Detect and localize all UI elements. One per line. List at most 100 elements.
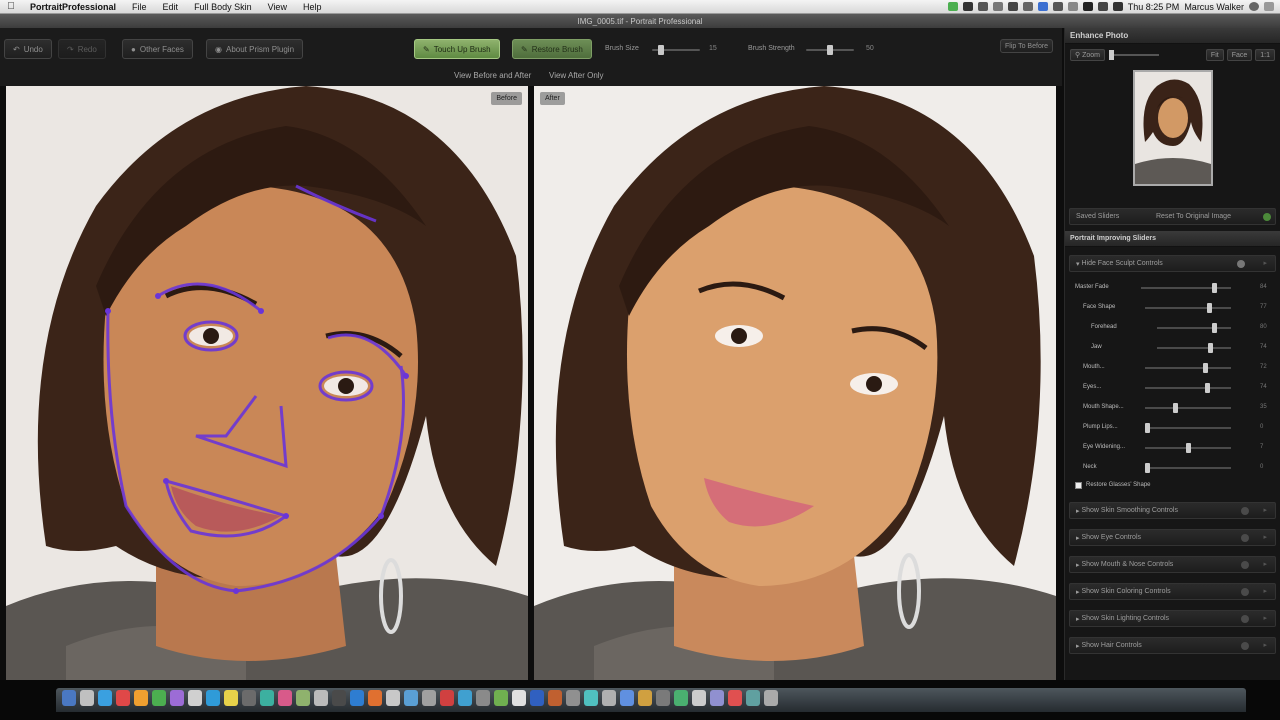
dock-app-icon[interactable] <box>350 690 364 706</box>
brush-strength-knob[interactable] <box>827 45 833 55</box>
status-icon[interactable] <box>947 2 958 11</box>
slider-track[interactable] <box>1145 303 1231 313</box>
fit-button[interactable]: Fit <box>1205 49 1224 61</box>
wifi-icon[interactable] <box>1082 2 1093 11</box>
status-icon[interactable] <box>977 2 988 11</box>
slider-label[interactable]: Mouth Shape... <box>1083 404 1124 410</box>
dock-app-icon[interactable] <box>566 690 580 706</box>
reset-original-button[interactable]: Reset To Original Image <box>1156 213 1231 220</box>
slider-track[interactable] <box>1145 363 1231 373</box>
dock-app-icon[interactable] <box>674 690 688 706</box>
dock-app-icon[interactable] <box>422 690 436 706</box>
slider-track[interactable] <box>1145 443 1231 453</box>
slider-track[interactable] <box>1157 343 1231 353</box>
status-icon[interactable] <box>1052 2 1063 11</box>
menu-app[interactable]: PortraitProfessional <box>22 2 124 12</box>
navigator-thumbnail[interactable] <box>1132 70 1213 186</box>
dock-app-icon[interactable] <box>224 690 238 706</box>
restore-glasses-row[interactable]: Restore Glasses' Shape <box>1065 478 1280 492</box>
after-image-pane[interactable]: After <box>534 86 1056 680</box>
dock-app-icon[interactable] <box>62 690 76 706</box>
hide-face-sculpt-section[interactable]: ▾ Hide Face Sculpt Controls ▸ <box>1069 255 1276 272</box>
slider-track[interactable] <box>1145 383 1231 393</box>
flip-to-before-button[interactable]: Flip To Before <box>1000 39 1054 53</box>
dock-app-icon[interactable] <box>206 690 220 706</box>
dock-app-icon[interactable] <box>314 690 328 706</box>
other-faces-button[interactable]: ● Other Faces <box>122 39 193 59</box>
dock-app-icon[interactable] <box>170 690 184 706</box>
view-after-only-tab[interactable]: View After Only <box>549 71 604 80</box>
dock-app-icon[interactable] <box>638 690 652 706</box>
saved-sliders-button[interactable]: Saved Sliders <box>1076 213 1119 220</box>
slider-knob[interactable] <box>1203 363 1208 373</box>
dock-app-icon[interactable] <box>458 690 472 706</box>
status-icon[interactable] <box>1022 2 1033 11</box>
slider-track[interactable] <box>1145 403 1231 413</box>
dock-app-icon[interactable] <box>188 690 202 706</box>
slider-label[interactable]: Neck <box>1083 464 1097 470</box>
zoom-button[interactable]: ⚲ Zoom <box>1070 49 1105 61</box>
status-icon[interactable] <box>1007 2 1018 11</box>
apple-icon[interactable]:  <box>0 1 22 12</box>
dock-app-icon[interactable] <box>386 690 400 706</box>
slider-label[interactable]: Master Fade <box>1075 284 1109 290</box>
undo-button[interactable]: ↶ Undo <box>4 39 52 59</box>
slider-knob[interactable] <box>1207 303 1212 313</box>
collapsed-section[interactable]: ▸ Show Mouth & Nose Controls ▸ <box>1069 556 1276 573</box>
dock-app-icon[interactable] <box>746 690 760 706</box>
user-name[interactable]: Marcus Walker <box>1184 2 1244 12</box>
dock-app-icon[interactable] <box>764 690 778 706</box>
slider-label[interactable]: Eyes... <box>1083 384 1101 390</box>
menu-list-icon[interactable] <box>1264 2 1274 11</box>
brush-size-knob[interactable] <box>658 45 664 55</box>
dock-app-icon[interactable] <box>530 690 544 706</box>
face-button[interactable]: Face <box>1226 49 1253 61</box>
dock-app-icon[interactable] <box>476 690 490 706</box>
dock-app-icon[interactable] <box>440 690 454 706</box>
touch-up-brush-button[interactable]: ✎ Touch Up Brush <box>414 39 500 59</box>
redo-button[interactable]: ↷ Redo <box>58 39 106 59</box>
dock-app-icon[interactable] <box>116 690 130 706</box>
menu-file[interactable]: File <box>124 2 155 12</box>
battery-icon[interactable] <box>1112 2 1123 11</box>
dock-app-icon[interactable] <box>584 690 598 706</box>
restore-brush-button[interactable]: ✎ Restore Brush <box>512 39 592 59</box>
collapsed-section[interactable]: ▸ Show Skin Smoothing Controls ▸ <box>1069 502 1276 519</box>
one-to-one-button[interactable]: 1:1 <box>1255 49 1275 61</box>
dock-app-icon[interactable] <box>80 690 94 706</box>
slider-track[interactable] <box>1141 283 1231 293</box>
slider-knob[interactable] <box>1145 423 1150 433</box>
collapsed-section[interactable]: ▸ Show Skin Coloring Controls ▸ <box>1069 583 1276 600</box>
slider-label[interactable]: Mouth... <box>1083 364 1105 370</box>
slider-knob[interactable] <box>1212 283 1217 293</box>
search-icon[interactable] <box>1249 2 1259 11</box>
zoom-knob[interactable] <box>1108 50 1114 60</box>
dock-app-icon[interactable] <box>368 690 382 706</box>
slider-knob[interactable] <box>1208 343 1213 353</box>
before-image-pane[interactable]: Before <box>6 86 528 680</box>
status-icon[interactable] <box>992 2 1003 11</box>
slider-knob[interactable] <box>1173 403 1178 413</box>
slider-label[interactable]: Plump Lips... <box>1083 424 1118 430</box>
dock-app-icon[interactable] <box>548 690 562 706</box>
collapsed-section[interactable]: ▸ Show Hair Controls ▸ <box>1069 637 1276 654</box>
dock-app-icon[interactable] <box>512 690 526 706</box>
dock-app-icon[interactable] <box>332 690 346 706</box>
dock-app-icon[interactable] <box>494 690 508 706</box>
slider-label[interactable]: Eye Widening... <box>1083 444 1125 450</box>
dock-app-icon[interactable] <box>404 690 418 706</box>
slider-label[interactable]: Jaw <box>1091 344 1102 350</box>
menu-full-body-skin[interactable]: Full Body Skin <box>186 2 260 12</box>
menu-view[interactable]: View <box>260 2 295 12</box>
slider-knob[interactable] <box>1145 463 1150 473</box>
slider-knob[interactable] <box>1212 323 1217 333</box>
slider-label[interactable]: Face Shape <box>1083 304 1115 310</box>
collapsed-section[interactable]: ▸ Show Skin Lighting Controls ▸ <box>1069 610 1276 627</box>
volume-icon[interactable] <box>1097 2 1108 11</box>
slider-track[interactable] <box>1157 323 1231 333</box>
dock-app-icon[interactable] <box>728 690 742 706</box>
about-plugin-button[interactable]: ◉ About Prism Plugin <box>206 39 304 59</box>
dock-app-icon[interactable] <box>98 690 112 706</box>
status-icon[interactable] <box>962 2 973 11</box>
brush-size-slider[interactable] <box>652 45 700 55</box>
